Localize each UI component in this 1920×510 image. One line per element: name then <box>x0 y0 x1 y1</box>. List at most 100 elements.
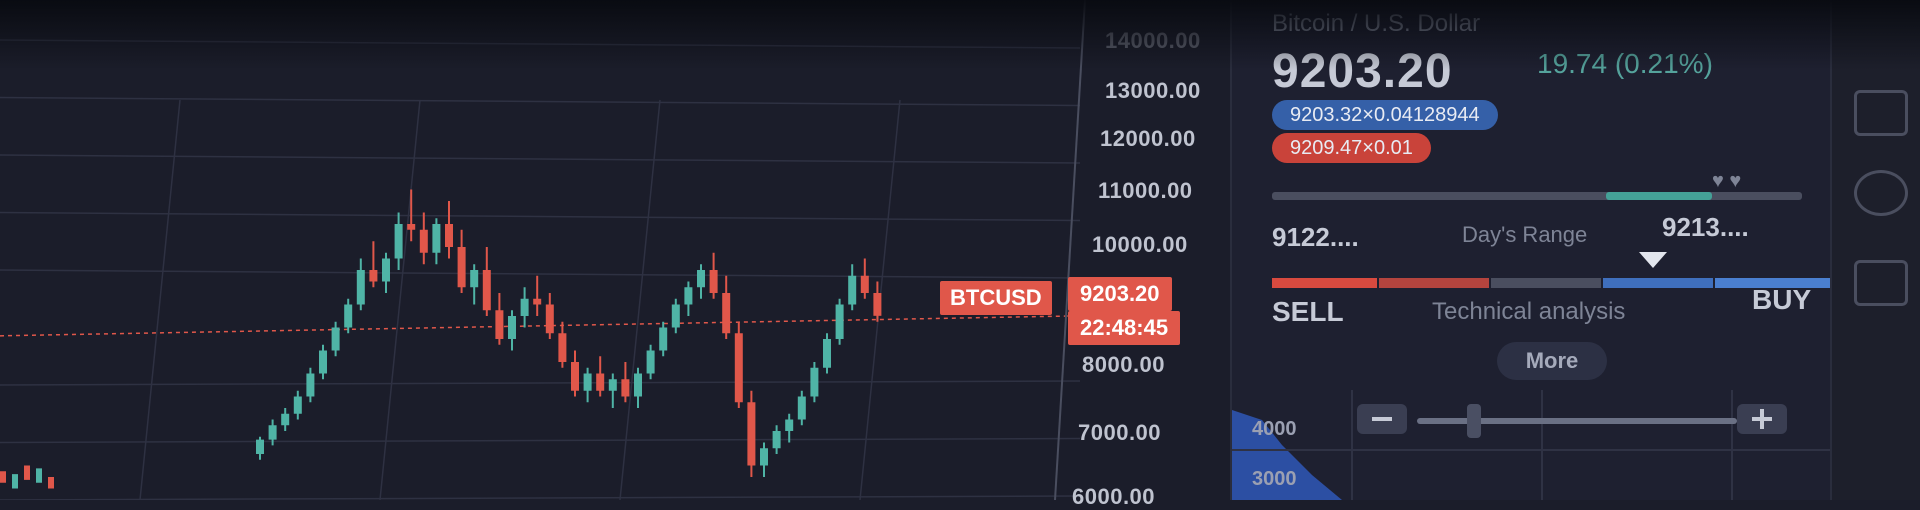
grid-line-horizontal <box>0 437 1081 444</box>
candle-down <box>369 270 378 282</box>
bid-pill[interactable]: 9203.32×0.04128944 <box>1272 100 1498 130</box>
candle-up <box>256 439 264 454</box>
zoom-in-button[interactable] <box>1737 404 1787 434</box>
candle-left-edge <box>36 468 42 483</box>
technical-analysis-pointer-icon <box>1638 252 1667 268</box>
candle-down <box>747 402 756 466</box>
gauge-buy <box>1603 278 1713 288</box>
grid-line-horizontal <box>0 96 1081 107</box>
candle-up <box>848 275 857 305</box>
grid-line-vertical <box>379 99 421 500</box>
candle-up <box>772 431 781 449</box>
zoom-out-button[interactable] <box>1357 404 1407 434</box>
candle-up <box>319 350 327 374</box>
technical-analysis-label: Technical analysis <box>1432 298 1626 325</box>
candle-up <box>659 327 668 351</box>
symbol-info-panel: Bitcoin / U.S. Dollar 9203.20 19.74 (0.2… <box>1230 0 1832 500</box>
price-axis-label: 13000.00 <box>1105 78 1201 103</box>
candle-up <box>785 419 794 431</box>
watchlist-icon[interactable] <box>1854 90 1908 136</box>
candle-up <box>823 339 831 368</box>
candle-up <box>634 373 642 397</box>
candle-up <box>797 396 806 420</box>
candle-up <box>293 396 302 414</box>
price-axis-label: 6000.00 <box>1072 484 1156 509</box>
candle-up <box>432 224 441 253</box>
price-axis-label: 8000.00 <box>1082 352 1166 377</box>
candle-down <box>860 275 869 293</box>
candle-left-edge <box>48 477 54 489</box>
candle-down <box>621 379 630 397</box>
candle-up <box>697 270 705 288</box>
candle-down <box>419 229 428 253</box>
ask-pill[interactable]: 9209.47×0.01 <box>1272 133 1431 163</box>
zoom-slider-handle[interactable] <box>1467 404 1481 438</box>
buy-label: BUY <box>1752 284 1812 315</box>
candle-left-edge <box>0 471 6 483</box>
candle-up <box>394 224 403 259</box>
price-axis-label: 11000.00 <box>1098 178 1193 203</box>
days-range-low: 9122.... <box>1272 222 1359 252</box>
countdown-tag: 22:48:45 <box>1068 311 1181 345</box>
candle-up <box>671 304 680 328</box>
candle-down <box>495 310 504 339</box>
range-marker-icons: ♥ ♥ <box>1712 170 1742 192</box>
candle-up <box>306 373 315 397</box>
candle-up <box>520 298 529 316</box>
candle-up <box>281 413 290 426</box>
candle-up <box>344 304 353 328</box>
candle-up <box>583 373 592 391</box>
candle-left-edge <box>24 465 30 480</box>
candle-down <box>407 224 416 230</box>
price-axis-label: 7000.00 <box>1078 420 1162 445</box>
candle-down <box>445 224 453 247</box>
price-axis-label: 14000.00 <box>1105 28 1201 53</box>
candle-up <box>268 425 277 440</box>
candle-down <box>734 333 743 403</box>
candle-down <box>596 373 605 391</box>
candle-up <box>646 350 655 374</box>
candle-up <box>684 287 693 305</box>
mini-axis-label: 3000 <box>1252 468 1297 490</box>
zoom-slider-track[interactable] <box>1417 418 1737 424</box>
data-window-icon[interactable] <box>1854 260 1908 306</box>
candles-group <box>0 189 882 489</box>
candle-down <box>482 270 491 311</box>
price-axis-label: 10000.00 <box>1092 232 1188 257</box>
candle-down <box>709 270 718 293</box>
candle-down <box>545 304 554 334</box>
days-range-fill <box>1605 192 1712 200</box>
grid-line-vertical <box>139 99 181 500</box>
alerts-icon[interactable] <box>1854 170 1908 216</box>
price-axis-label: 12000.00 <box>1100 126 1196 151</box>
symbol-tag: BTCUSD <box>940 281 1052 315</box>
grid-line-horizontal <box>0 495 1081 500</box>
candle-down <box>558 333 567 362</box>
candle-up <box>331 327 340 351</box>
candle-down <box>571 362 579 391</box>
more-button[interactable]: More <box>1497 342 1607 380</box>
last-price-tag: 9203.20 <box>1068 277 1172 311</box>
candle-down <box>873 293 882 316</box>
minus-icon <box>1372 417 1392 421</box>
grid-line-horizontal <box>0 380 1081 386</box>
grid-line-horizontal <box>0 154 1081 164</box>
days-range-high: 9213.... <box>1662 212 1749 242</box>
candle-up <box>835 304 844 339</box>
candle-down <box>533 298 542 305</box>
gauge-sell <box>1379 278 1489 288</box>
candle-up <box>810 367 819 397</box>
days-range-bar <box>1272 192 1802 200</box>
mini-axis-label: 4000 <box>1252 418 1297 440</box>
symbol-name: Bitcoin / U.S. Dollar <box>1272 10 1481 37</box>
candle-down <box>457 247 466 288</box>
price-change: 19.74 (0.21%) <box>1537 48 1713 79</box>
candle-up <box>508 316 516 339</box>
grid-line-horizontal <box>0 211 1081 222</box>
current-price-line <box>0 315 1081 337</box>
grid-line-horizontal <box>0 39 1081 49</box>
candle-up <box>470 270 479 288</box>
panel-last-price: 9203.20 <box>1272 45 1453 98</box>
chart-grid <box>0 39 1081 500</box>
gauge-strong-sell <box>1272 278 1377 288</box>
